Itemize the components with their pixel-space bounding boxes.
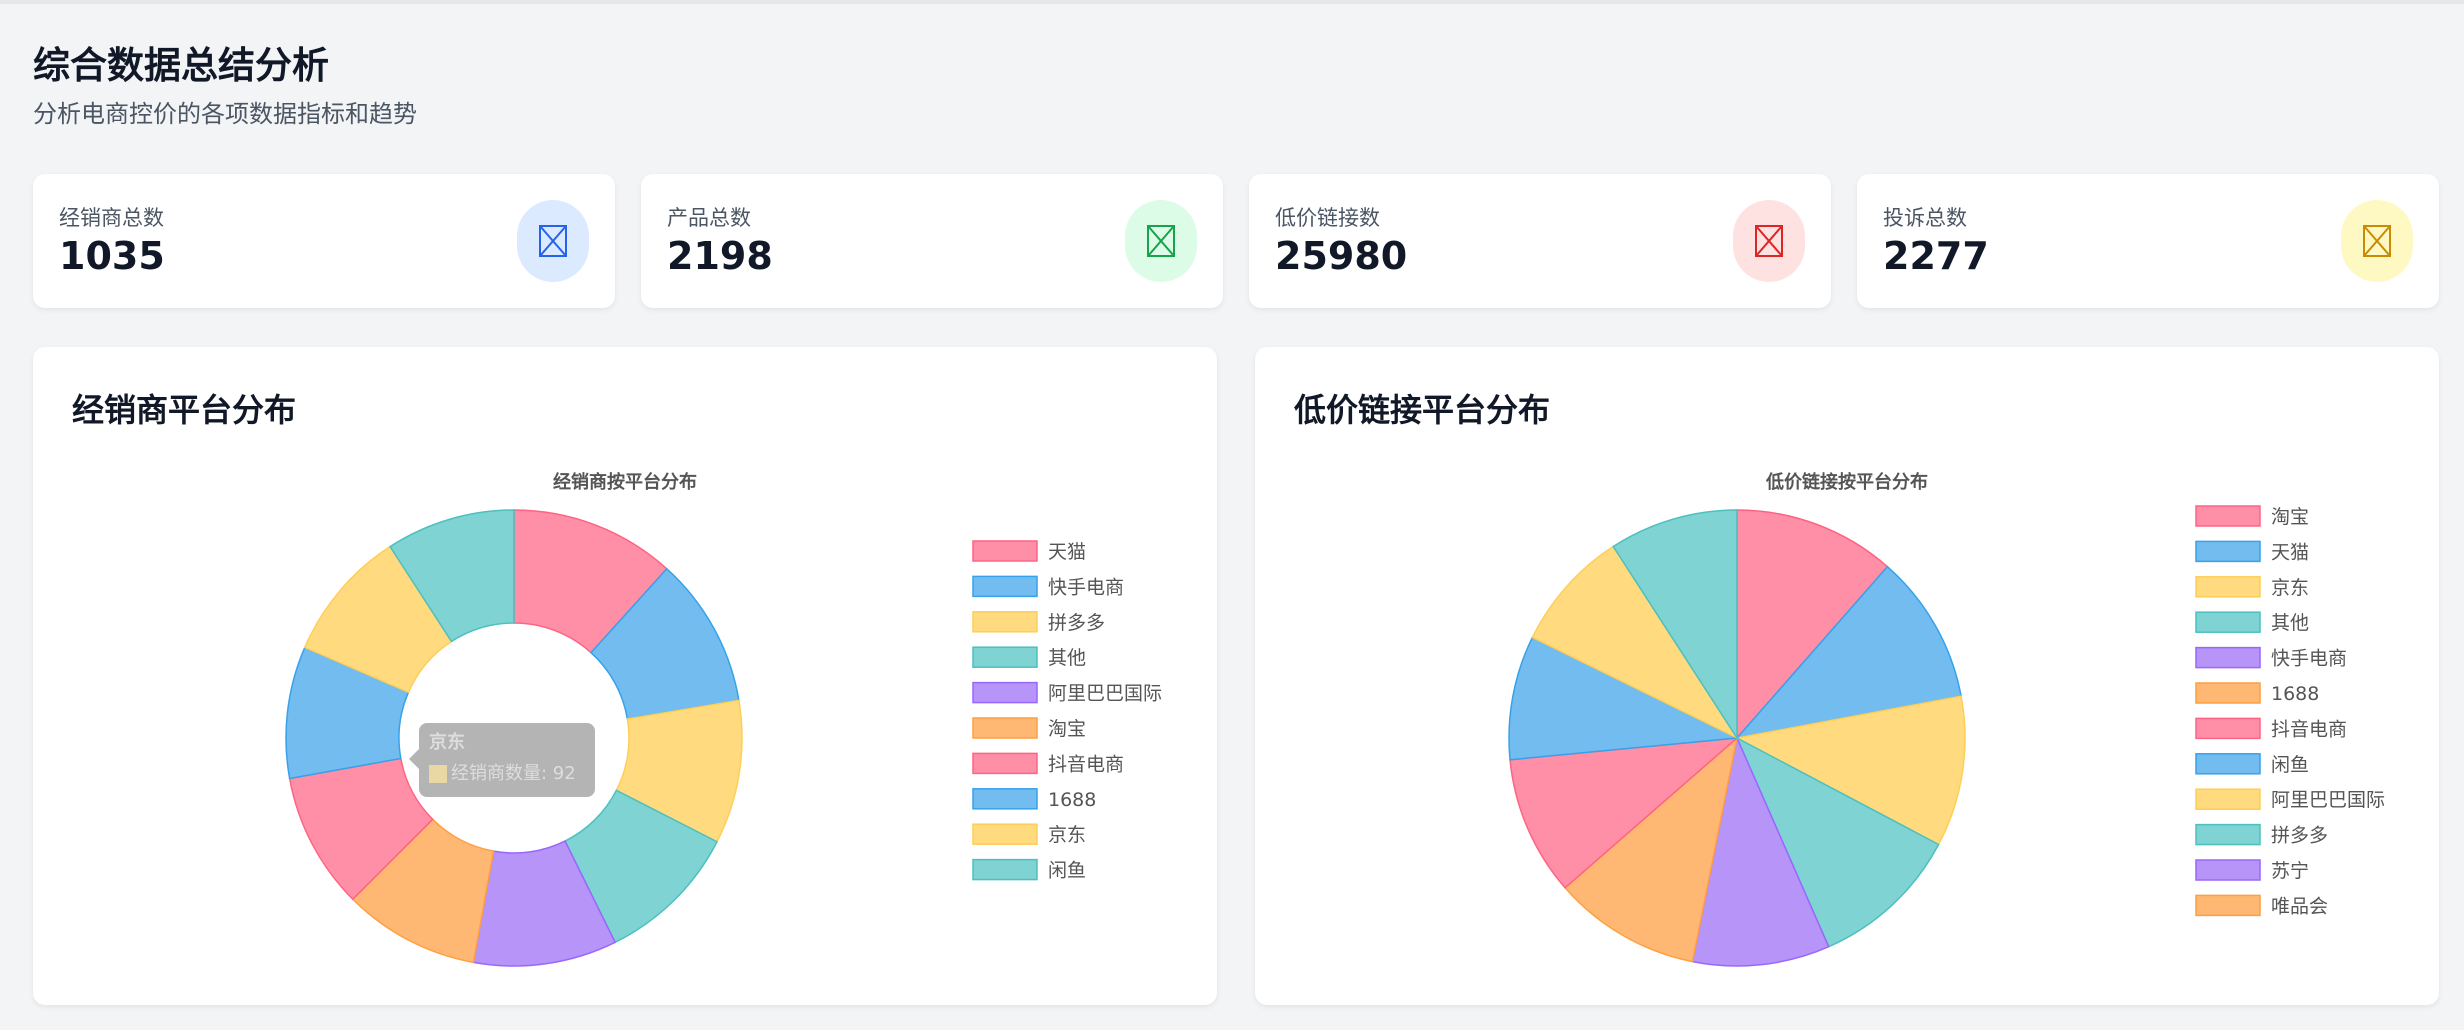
stat-value: 2277: [1883, 234, 1989, 278]
tooltip-line: 经销商数量: 92: [429, 761, 585, 787]
legend-swatch[interactable]: [2195, 540, 2261, 563]
stat-icon-badge: [517, 200, 589, 282]
legend-label[interactable]: 闲鱼: [1048, 860, 1086, 882]
stat-label: 低价链接数: [1275, 206, 1380, 230]
legend-label[interactable]: 抖音电商: [1048, 753, 1124, 775]
legend-label[interactable]: 阿里巴巴国际: [1048, 683, 1162, 705]
image-placeholder-icon: [1147, 225, 1175, 257]
legend-swatch[interactable]: [972, 611, 1038, 633]
legend-swatch[interactable]: [972, 752, 1038, 775]
stat-card-complaints: 投诉总数 2277: [1857, 174, 2439, 308]
legend-label[interactable]: 京东: [2271, 577, 2309, 599]
legend-label[interactable]: 京东: [1048, 824, 1086, 846]
legend-label[interactable]: 抖音电商: [2271, 718, 2347, 740]
legend-swatch[interactable]: [2195, 505, 2261, 527]
tooltip-title: 京东: [429, 732, 465, 753]
legend-swatch[interactable]: [972, 646, 1038, 668]
page-title: 综合数据总结分析: [33, 44, 329, 87]
legend-swatch[interactable]: [2195, 646, 2261, 669]
legend-swatch[interactable]: [2195, 682, 2261, 704]
legend-swatch[interactable]: [972, 540, 1038, 562]
stat-card-products: 产品总数 2198: [641, 174, 1223, 308]
page-header: 综合数据总结分析 分析电商控价的各项数据指标和趋势: [33, 40, 417, 130]
panel-dealer-platforms: 经销商平台分布 经销商按平台分布 天猫 快手电商 拼多多 其他 阿里巴巴国际 淘宝 抖音电商…: [33, 347, 1217, 1005]
tooltip-caret: [409, 749, 419, 769]
image-placeholder-icon: [1755, 225, 1783, 257]
legend-label[interactable]: 阿里巴巴国际: [2271, 789, 2385, 811]
stat-value: 2198: [667, 234, 773, 278]
legend-swatch[interactable]: [2195, 823, 2261, 846]
chart-title: 低价链接按平台分布: [1765, 471, 1928, 493]
stat-icon-badge: [2341, 200, 2413, 282]
image-placeholder-icon: [539, 225, 567, 257]
legend-swatch[interactable]: [972, 717, 1038, 739]
legend-swatch[interactable]: [972, 575, 1038, 598]
legend-label[interactable]: 淘宝: [1048, 718, 1086, 740]
stat-label: 投诉总数: [1883, 206, 1967, 230]
legend-label[interactable]: 淘宝: [2271, 506, 2309, 528]
legend-swatch[interactable]: [2195, 576, 2261, 598]
stat-value: 25980: [1275, 234, 1408, 278]
dealer-platform-doughnut-chart[interactable]: 经销商按平台分布 天猫快手电商拼多多其他阿里巴巴国际淘宝抖音电商 1688 京东闲鱼: [33, 347, 1217, 1005]
stat-label: 产品总数: [667, 206, 751, 230]
legend-label[interactable]: 拼多多: [2271, 825, 2328, 847]
top-border: [0, 0, 2464, 4]
legend-swatch[interactable]: [972, 858, 1038, 881]
legend-swatch[interactable]: [2195, 894, 2261, 917]
legend-label[interactable]: 闲鱼: [2271, 754, 2309, 776]
stat-icon-badge: [1733, 200, 1805, 282]
legend-swatch[interactable]: [2195, 788, 2261, 810]
legend-swatch[interactable]: [2195, 859, 2261, 881]
legend-label[interactable]: 1688: [2271, 683, 2319, 705]
legend-swatch[interactable]: [972, 788, 1038, 810]
legend-label[interactable]: 苏宁: [2271, 860, 2309, 882]
page-subtitle: 分析电商控价的各项数据指标和趋势: [33, 100, 417, 128]
legend-swatch[interactable]: [2195, 753, 2261, 775]
legend-label[interactable]: 1688: [1048, 789, 1096, 811]
image-placeholder-icon: [2363, 225, 2391, 257]
legend-label[interactable]: 其他: [2271, 612, 2309, 634]
stat-card-dealers: 经销商总数 1035: [33, 174, 615, 308]
legend-label[interactable]: 快手电商: [2271, 648, 2347, 670]
stat-value: 1035: [59, 234, 165, 278]
legend-label[interactable]: 拼多多: [1048, 612, 1105, 634]
stat-label: 经销商总数: [59, 206, 164, 230]
panel-low-price-link-platforms: 低价链接平台分布 低价链接按平台分布 淘宝 天猫 京东 其他 快手电商 1688 抖音电商闲…: [1255, 347, 2439, 1005]
stat-icon-badge: [1125, 200, 1197, 282]
legend-swatch[interactable]: [972, 681, 1038, 704]
tooltip-swatch: [429, 765, 447, 783]
legend-swatch[interactable]: [972, 823, 1038, 845]
chart-tooltip: 京东 经销商数量: 92: [409, 723, 595, 797]
chart-title: 经销商按平台分布: [553, 471, 697, 493]
legend-label[interactable]: 唯品会: [2271, 895, 2328, 917]
legend-swatch[interactable]: [2195, 611, 2261, 633]
low-price-link-platform-pie-chart[interactable]: 低价链接按平台分布 淘宝天猫京东其他快手电商 1688 抖音电商闲鱼阿里巴巴国际拼多…: [1255, 347, 2439, 1005]
legend-label[interactable]: 快手电商: [1048, 576, 1124, 598]
legend-label[interactable]: 天猫: [2271, 541, 2309, 563]
legend-label[interactable]: 天猫: [1048, 541, 1086, 563]
legend-label[interactable]: 其他: [1048, 647, 1086, 669]
legend-swatch[interactable]: [2195, 717, 2261, 740]
tooltip-text: 经销商数量: 92: [451, 763, 576, 784]
stat-card-low-price-links: 低价链接数 25980: [1249, 174, 1831, 308]
